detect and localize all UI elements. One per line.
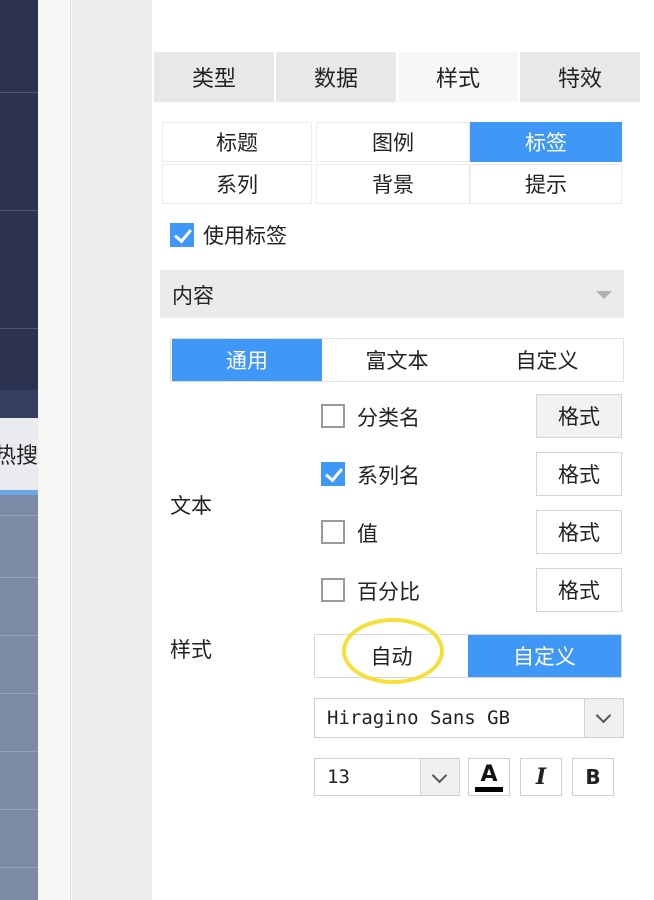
- value-checkbox[interactable]: [321, 520, 345, 544]
- font-color-button[interactable]: A: [468, 758, 510, 796]
- use-label-text: 使用标签: [203, 224, 287, 248]
- content-tab-general[interactable]: 通用: [172, 339, 322, 381]
- font-size-value: 13: [327, 766, 350, 788]
- tab-type[interactable]: 类型: [154, 52, 274, 102]
- tab-style[interactable]: 样式: [398, 52, 518, 102]
- series-name-checkbox[interactable]: [321, 462, 345, 486]
- subtab-title[interactable]: 标题: [162, 122, 312, 162]
- content-section-header[interactable]: 内容: [160, 270, 624, 318]
- content-tab-rich-text[interactable]: 富文本: [322, 339, 472, 381]
- chevron-down-icon: [431, 767, 448, 784]
- row-divider: [0, 635, 38, 636]
- percent-label: 百分比: [357, 580, 420, 604]
- subtab-label: 背景: [372, 173, 414, 197]
- subtab-label-settings[interactable]: 标签: [470, 122, 622, 162]
- panel-gutter: [72, 0, 152, 900]
- tab-label: 类型: [191, 67, 236, 92]
- percent-format-button[interactable]: 格式: [536, 568, 622, 612]
- row-divider: [0, 751, 38, 752]
- font-family-value: Hiragino Sans GB: [327, 707, 511, 729]
- content-section-title: 内容: [172, 284, 214, 308]
- font-color-glyph: A: [480, 762, 497, 787]
- style-option-label: 自定义: [513, 645, 576, 669]
- font-color-icon: A: [475, 762, 503, 792]
- sidebar-partial-text: 热搜月: [0, 444, 38, 469]
- value-label: 值: [357, 522, 378, 546]
- panel-edge: [642, 0, 654, 900]
- row-divider: [0, 809, 38, 810]
- style-section-label: 样式: [170, 638, 212, 662]
- tab-label: 样式: [435, 67, 480, 92]
- chevron-down-icon: [595, 707, 612, 724]
- subtab-label: 标签: [525, 131, 567, 155]
- row-divider: [0, 693, 38, 694]
- background-table-area: [0, 495, 38, 900]
- caret-down-icon: [596, 291, 612, 299]
- tab-label: 特效: [557, 67, 602, 92]
- bold-button[interactable]: B: [572, 758, 614, 796]
- font-family-select[interactable]: Hiragino Sans GB: [314, 698, 624, 738]
- category-name-format-button[interactable]: 格式: [536, 394, 622, 438]
- subtab-label: 标题: [216, 131, 258, 155]
- subtab-tooltip[interactable]: 提示: [470, 164, 622, 204]
- style-custom-option[interactable]: 自定义: [468, 635, 621, 677]
- use-label-checkbox[interactable]: [170, 223, 194, 247]
- row-divider: [0, 515, 38, 516]
- bold-icon: B: [585, 765, 601, 789]
- percent-checkbox[interactable]: [321, 578, 345, 602]
- tab-label: 数据: [313, 67, 358, 92]
- subtab-series[interactable]: 系列: [162, 164, 312, 204]
- value-format-button[interactable]: 格式: [536, 510, 622, 554]
- content-tab-label: 通用: [226, 349, 268, 373]
- subtab-legend[interactable]: 图例: [316, 122, 470, 162]
- canvas-divider: [70, 0, 71, 900]
- content-tab-label: 富文本: [365, 349, 429, 373]
- button-label: 格式: [558, 579, 600, 603]
- dropdown-button[interactable]: [584, 699, 623, 737]
- content-tab-custom[interactable]: 自定义: [472, 339, 622, 381]
- subtab-label: 系列: [216, 173, 258, 197]
- button-label: 格式: [558, 463, 600, 487]
- subtab-label: 提示: [525, 173, 567, 197]
- series-name-format-button[interactable]: 格式: [536, 452, 622, 496]
- row-divider: [0, 867, 38, 868]
- series-name-label: 系列名: [357, 464, 420, 488]
- tab-effects[interactable]: 特效: [520, 52, 640, 102]
- font-size-select[interactable]: 13: [314, 758, 460, 796]
- canvas-gap: [38, 0, 72, 900]
- category-name-label: 分类名: [357, 406, 420, 430]
- sidebar-divider: [0, 92, 38, 93]
- row-divider: [0, 577, 38, 578]
- subtab-label: 图例: [372, 131, 414, 155]
- content-tab-label: 自定义: [515, 349, 579, 373]
- sidebar-divider: [0, 328, 38, 329]
- italic-button[interactable]: I: [520, 758, 562, 796]
- sidebar-divider: [0, 210, 38, 211]
- highlight-circle-annotation: [342, 618, 444, 684]
- subtab-background[interactable]: 背景: [316, 164, 470, 204]
- italic-icon: I: [535, 764, 547, 790]
- dropdown-button[interactable]: [420, 759, 459, 795]
- sidebar-band: [0, 390, 38, 418]
- button-label: 格式: [558, 405, 600, 429]
- tab-data[interactable]: 数据: [276, 52, 396, 102]
- text-section-label: 文本: [170, 494, 212, 518]
- font-color-swatch: [475, 787, 503, 792]
- button-label: 格式: [558, 521, 600, 545]
- sidebar-partial-item[interactable]: 热搜月: [0, 418, 38, 490]
- category-name-checkbox[interactable]: [321, 404, 345, 428]
